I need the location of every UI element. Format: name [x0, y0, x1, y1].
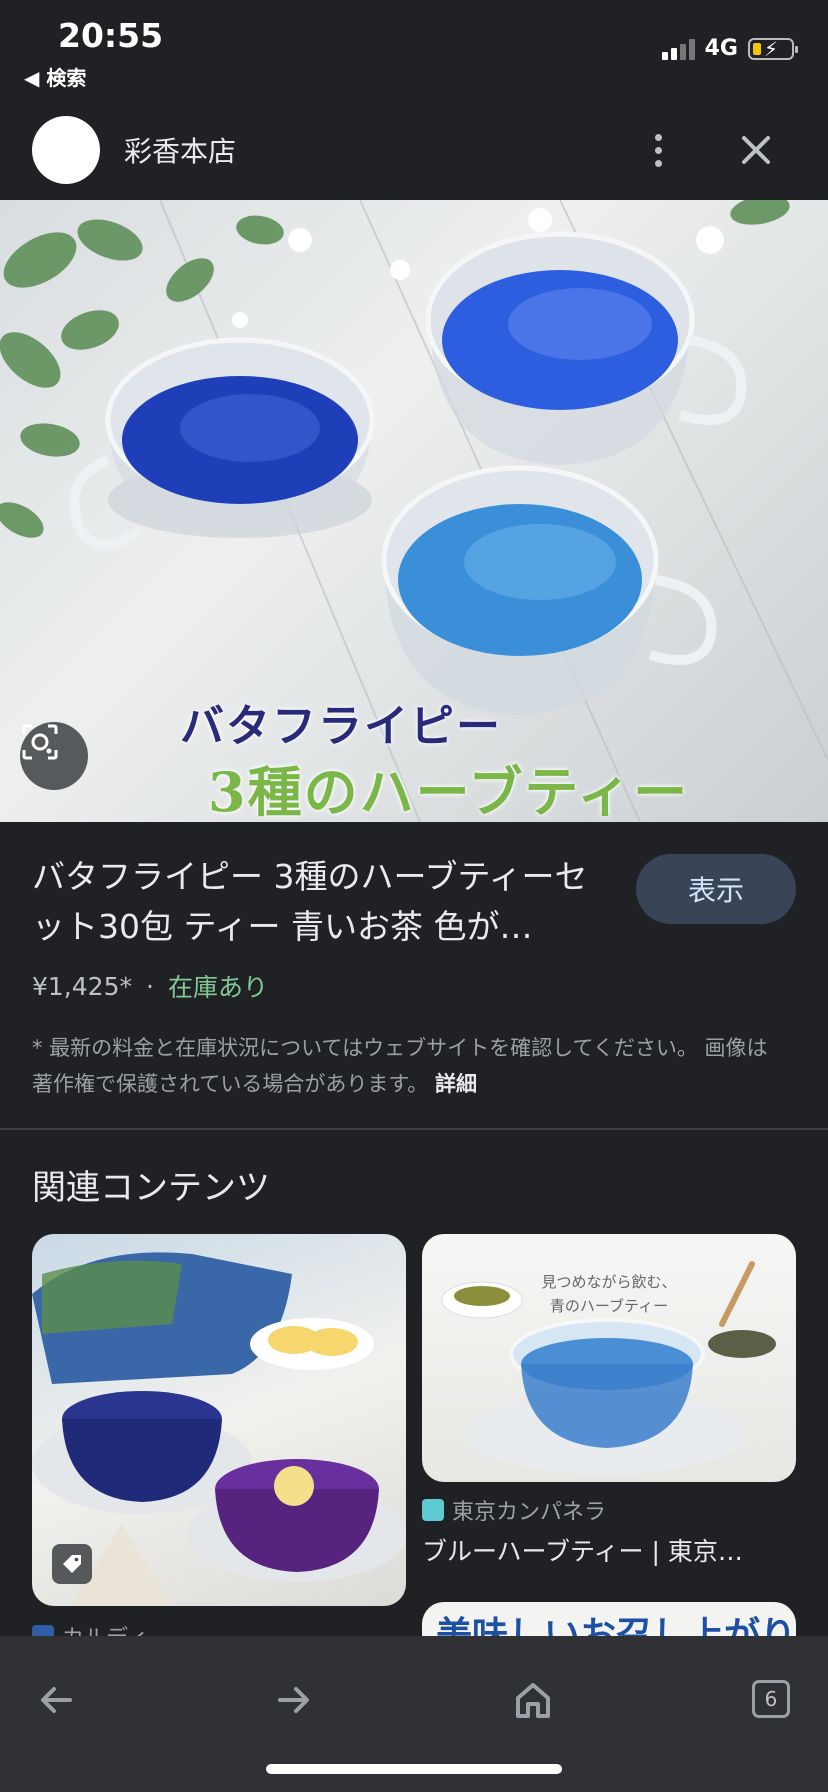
- forward-arrow-icon[interactable]: [266, 1672, 322, 1728]
- price-row: ¥1,425* · 在庫あり: [32, 968, 268, 1004]
- product-image[interactable]: バタフライピー 3種のハーブティー: [0, 200, 828, 822]
- image-text-line2: 3種のハーブティー: [208, 760, 690, 822]
- image-text-line1: バタフライピー: [180, 701, 502, 752]
- network-type: 4G: [704, 36, 738, 61]
- related-card-image-1[interactable]: [32, 1234, 406, 1606]
- source-name: 東京カンパネラ: [452, 1500, 607, 1525]
- separator: ·: [145, 971, 154, 1001]
- viewer-header: 彩香本店: [0, 100, 828, 200]
- disclaimer-notice: * 最新の料金と在庫状況についてはウェブサイトを確認してください。 画像は著作権…: [32, 1030, 788, 1102]
- site-logo: [32, 116, 100, 184]
- lens-search-icon[interactable]: [20, 722, 88, 790]
- favicon-icon: [422, 1499, 444, 1521]
- status-time: 20:55: [58, 16, 164, 55]
- site-name[interactable]: 彩香本店: [124, 130, 236, 170]
- product-title[interactable]: バタフライピー 3種のハーブティーセット30包 ティー 青いお茶 色が…: [32, 852, 612, 952]
- related-title-2[interactable]: ブルーハーブティー | 東京…: [422, 1532, 743, 1568]
- back-arrow-icon[interactable]: [28, 1672, 84, 1728]
- more-vert-icon[interactable]: [640, 126, 676, 174]
- back-to-search-link[interactable]: ◀ 検索: [24, 62, 86, 91]
- tabs-count-button[interactable]: 6: [752, 1680, 790, 1718]
- status-indicators: 4G ⚡: [661, 36, 798, 61]
- related-heading: 関連コンテンツ: [32, 1168, 270, 1208]
- close-icon[interactable]: [734, 128, 778, 172]
- caption-line1: 見つめながら飲む、: [541, 1273, 677, 1291]
- price: ¥1,425*: [32, 971, 132, 1001]
- status-bar: 20:55 ◀ 検索 4G ⚡: [0, 0, 828, 100]
- related-source-2[interactable]: 東京カンパネラ: [422, 1494, 606, 1526]
- image-caption: 見つめながら飲む、 青のハーブティー: [422, 1270, 796, 1318]
- battery-icon: ⚡: [748, 37, 798, 61]
- related-card-image-2[interactable]: 見つめながら飲む、 青のハーブティー: [422, 1234, 796, 1482]
- shopping-tag-icon[interactable]: [52, 1544, 92, 1584]
- details-link[interactable]: 詳細: [435, 1072, 477, 1096]
- divider: [0, 1128, 828, 1130]
- caption-line2: 青のハーブティー: [549, 1297, 669, 1315]
- disclaimer-text: * 最新の料金と在庫状況についてはウェブサイトを確認してください。 画像は著作権…: [32, 1036, 768, 1096]
- home-indicator: [266, 1764, 562, 1774]
- signal-icon: [661, 38, 695, 60]
- home-icon[interactable]: [505, 1672, 561, 1728]
- stock-status: 在庫あり: [167, 973, 268, 1002]
- view-button[interactable]: 表示: [636, 854, 796, 924]
